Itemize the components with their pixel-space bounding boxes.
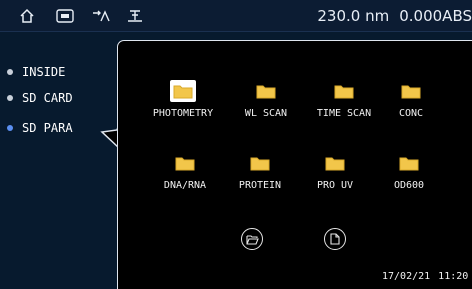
folder-label: TIME SCAN (316, 108, 372, 119)
sidebar-item-label: SD PARA (22, 121, 73, 135)
open-folder-button[interactable] (241, 228, 263, 250)
folder-label: DNA/RNA (163, 180, 207, 191)
folder-icon (172, 152, 198, 174)
top-bar: 230.0 nm 0.000ABS (0, 0, 472, 32)
date-text: 17/02/21 (382, 271, 431, 282)
tools-icon[interactable] (122, 6, 148, 26)
datetime-readout: 17/02/21 11:20 (382, 271, 468, 282)
sidebar-item-sd-para[interactable]: SD PARA (7, 119, 73, 137)
folder-wl-scan[interactable]: WL SCAN (221, 80, 311, 130)
bullet-icon (7, 95, 13, 101)
sidebar-item-sd-card[interactable]: SD CARD (7, 89, 73, 107)
folder-photometry[interactable]: PHOTOMETRY (138, 80, 228, 130)
file-icon (330, 233, 340, 245)
status-readout: 230.0 nm 0.000ABS (307, 7, 472, 25)
sidebar: INSIDE SD CARD SD PARA (0, 32, 112, 289)
sidebar-item-label: INSIDE (22, 65, 66, 79)
folder-icon (331, 80, 357, 102)
wavelength-readout: 230.0 nm (317, 7, 390, 25)
folder-label: PRO UV (316, 180, 354, 191)
sidebar-item-inside[interactable]: INSIDE (7, 63, 65, 81)
signal-icon[interactable] (88, 6, 114, 26)
absorbance-readout: 0.000ABS (399, 7, 472, 25)
bullet-icon (7, 125, 13, 131)
folder-icon (396, 152, 422, 174)
folder-icon (322, 152, 348, 174)
folder-od600[interactable]: OD600 (364, 152, 454, 202)
folder-label: PROTEIN (238, 180, 282, 191)
folder-icon (247, 152, 273, 174)
time-text: 11:20 (438, 271, 469, 282)
open-folder-icon (245, 234, 259, 245)
sidebar-item-label: SD CARD (22, 91, 73, 105)
folder-icon (170, 80, 196, 102)
keyboard-icon[interactable] (52, 6, 78, 26)
bullet-icon (7, 69, 13, 75)
folder-conc[interactable]: CONC (366, 80, 456, 130)
folder-label: OD600 (393, 180, 425, 191)
folder-label: CONC (398, 108, 424, 119)
new-file-button[interactable] (324, 228, 346, 250)
folder-icon (253, 80, 279, 102)
folder-label: WL SCAN (244, 108, 288, 119)
folder-label: PHOTOMETRY (152, 108, 214, 119)
folder-icon (398, 80, 424, 102)
home-icon[interactable] (14, 6, 40, 26)
